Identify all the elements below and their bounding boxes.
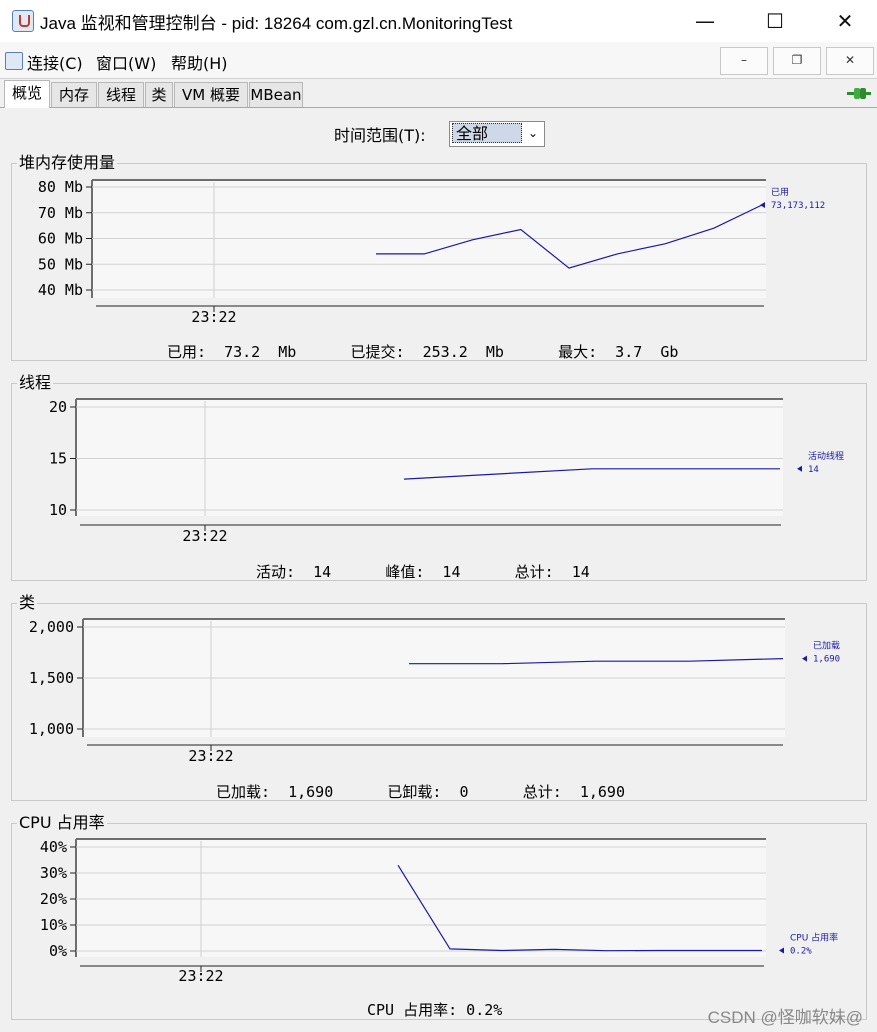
y-tick-label: 20% [40, 890, 67, 908]
series-value-label: 14 [808, 465, 819, 475]
y-tick-label: 15 [49, 450, 67, 468]
y-tick-label: 1,000 [29, 720, 74, 738]
y-tick-label: 40 Mb [38, 281, 83, 299]
charts-layer: 80 Mb 70 Mb 60 Mb 50 Mb 40 Mb 23:22 已用 73,173,1… [29, 178, 844, 985]
series-value-label: 73,173,112 [771, 201, 825, 211]
series-marker [797, 465, 802, 472]
series-name-label: 活动线程 [808, 450, 844, 462]
x-tick-label: 23:22 [188, 747, 233, 765]
y-tick-label: 10% [40, 916, 67, 934]
series-name-label: CPU 占用率 [790, 931, 838, 943]
series-name-label: 已加载 [813, 640, 840, 652]
x-tick-label: 23:22 [191, 308, 236, 326]
y-tick-label: 50 Mb [38, 255, 83, 273]
y-tick-label: 30% [40, 864, 67, 882]
y-tick-label: 20 [49, 398, 67, 416]
series-marker [779, 947, 784, 954]
watermark: CSDN @怪咖软妹@ [707, 1008, 863, 1027]
y-tick-label: 80 Mb [38, 178, 83, 196]
y-tick-label: 70 Mb [38, 204, 83, 222]
x-tick-label: 23:22 [182, 527, 227, 545]
plot-area [76, 399, 783, 516]
y-tick-label: 1,500 [29, 669, 74, 687]
y-tick-label: 40% [40, 838, 67, 856]
series-marker [802, 655, 807, 662]
y-tick-label: 0% [49, 942, 67, 960]
y-tick-label: 60 Mb [38, 230, 83, 248]
series-value-label: 0.2% [790, 946, 812, 956]
series-name-label: 已用 [771, 187, 789, 198]
y-tick-label: 10 [49, 501, 67, 519]
y-tick-label: 2,000 [29, 618, 74, 636]
x-tick-label: 23:22 [178, 967, 223, 985]
plot-area [76, 839, 766, 957]
series-value-label: 1,690 [813, 655, 840, 665]
